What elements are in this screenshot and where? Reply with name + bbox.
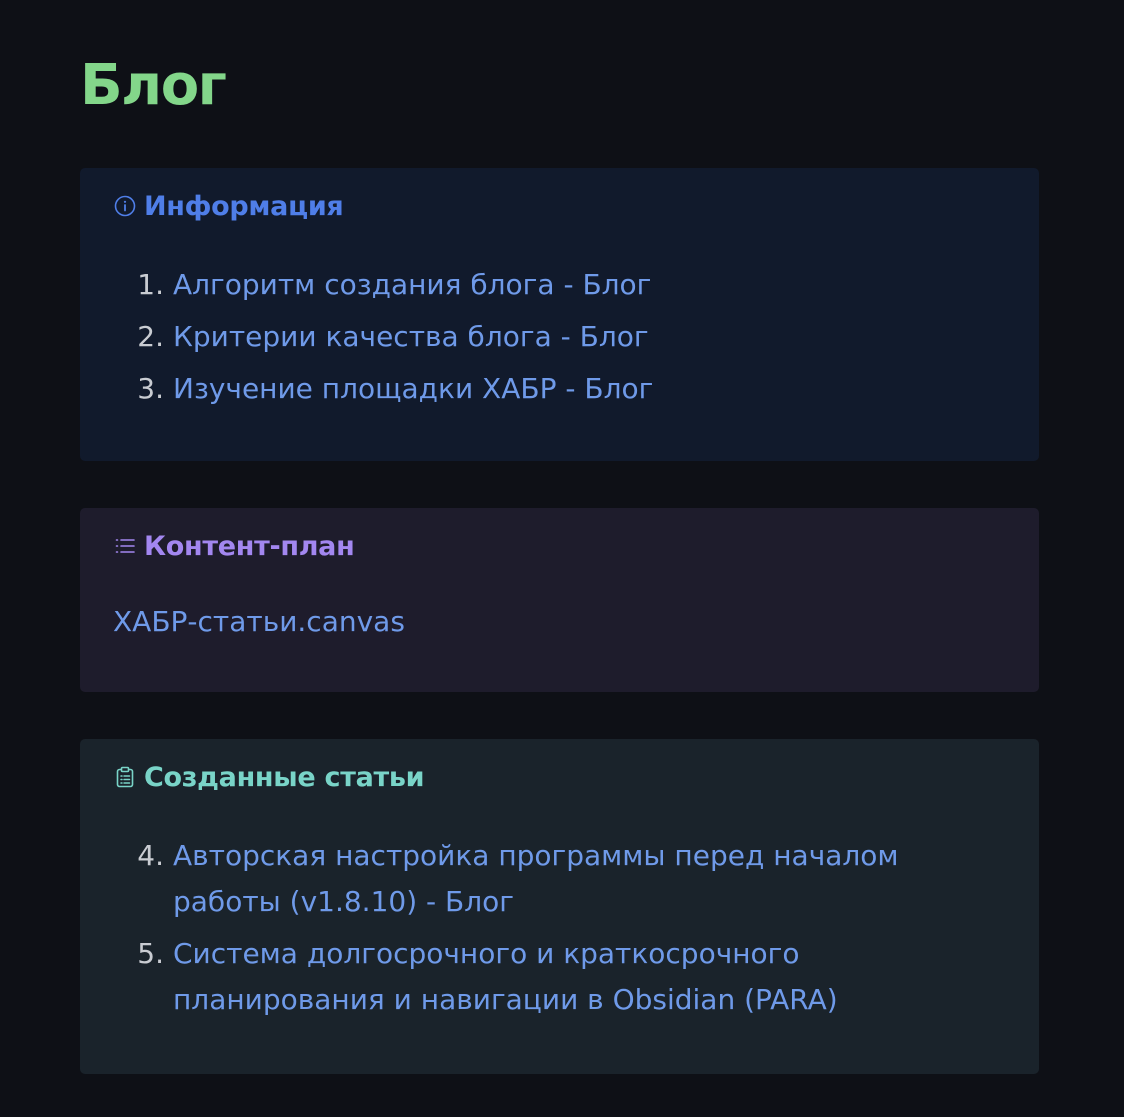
- link-author-setup-article[interactable]: Авторская настройка программы перед нача…: [164, 833, 1010, 925]
- list-icon: [113, 535, 136, 558]
- callout-info-header[interactable]: Информация: [113, 186, 344, 226]
- callout-content-plan: Контент-план ХАБР-статьи.canvas: [80, 508, 1039, 692]
- list-item: 5. Система долгосрочного и краткосрочног…: [130, 931, 1010, 1023]
- link-habr-canvas[interactable]: ХАБР-статьи.canvas: [113, 599, 405, 645]
- callout-info-title: Информация: [144, 190, 344, 222]
- link-blog-algorithm[interactable]: Алгоритм создания блога - Блог: [164, 262, 651, 308]
- list-item-number: 2.: [137, 320, 164, 353]
- list-item: 3. Изучение площадки ХАБР - Блог: [130, 366, 1010, 412]
- list-item-number: 4.: [137, 839, 164, 872]
- callout-created-articles: Созданные статьи 4. Авторская настройка …: [80, 739, 1039, 1074]
- callout-info: Информация 1. Алгоритм создания блога - …: [80, 168, 1039, 461]
- articles-link-list: 4. Авторская настройка программы перед н…: [130, 833, 1010, 1029]
- clipboard-list-icon: [113, 766, 136, 789]
- info-link-list: 1. Алгоритм создания блога - Блог 2. Кри…: [130, 262, 1010, 418]
- list-item: 1. Алгоритм создания блога - Блог: [130, 262, 1010, 308]
- list-item-number: 1.: [137, 268, 164, 301]
- list-item: 2. Критерии качества блога - Блог: [130, 314, 1010, 360]
- link-blog-criteria[interactable]: Критерии качества блога - Блог: [164, 314, 649, 360]
- link-habr-study[interactable]: Изучение площадки ХАБР - Блог: [164, 366, 653, 412]
- info-circle-icon: [113, 195, 136, 218]
- callout-articles-header[interactable]: Созданные статьи: [113, 757, 425, 797]
- callout-plan-header[interactable]: Контент-план: [113, 526, 355, 566]
- link-para-system-article[interactable]: Система долгосрочного и краткосрочного п…: [164, 931, 1010, 1023]
- list-item-number: 3.: [137, 372, 164, 405]
- page-title: Блог: [80, 53, 227, 118]
- callout-articles-title: Созданные статьи: [144, 761, 425, 793]
- list-item-number: 5.: [137, 937, 164, 970]
- list-item: 4. Авторская настройка программы перед н…: [130, 833, 1010, 925]
- callout-plan-title: Контент-план: [144, 530, 355, 562]
